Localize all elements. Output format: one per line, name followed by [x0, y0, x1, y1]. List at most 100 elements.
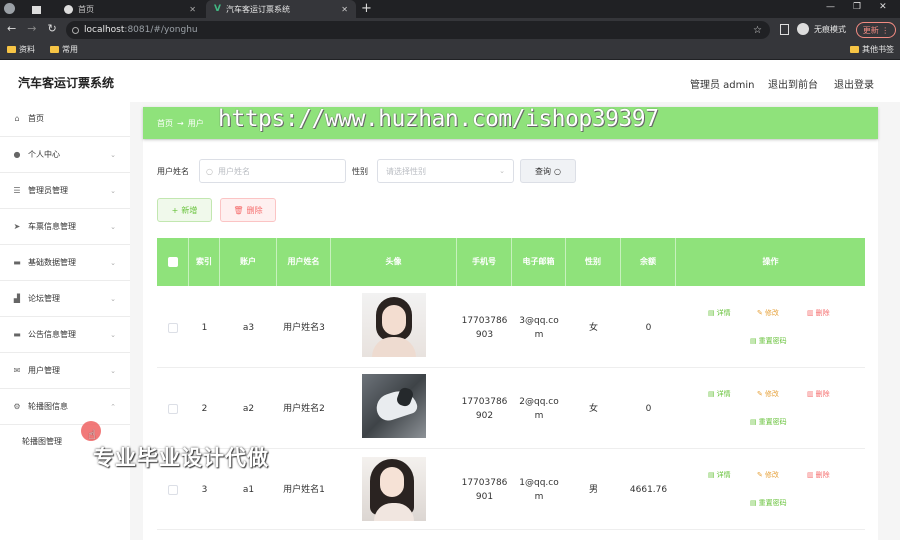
breadcrumb-arrow: → [177, 118, 184, 128]
edit-label: 修改 [764, 471, 779, 479]
edit-button[interactable]: ✎ 修改 [757, 470, 779, 480]
close-icon[interactable]: ✕ [189, 5, 196, 14]
user-icon: ● [13, 150, 21, 159]
bookmark-folder[interactable]: 资料 [7, 44, 35, 55]
incognito-label: 无痕模式 [814, 25, 846, 34]
monitor-icon: ▬ [13, 330, 21, 339]
header-name[interactable]: 用户姓名 [277, 238, 331, 286]
bookmark-folder[interactable]: 常用 [50, 44, 78, 55]
row-checkbox[interactable] [168, 403, 178, 414]
tab-system[interactable]: V 汽车客运订票系统 ✕ [206, 0, 356, 18]
breadcrumb-home[interactable]: 首页 [157, 118, 173, 129]
query-button[interactable]: 查询 ○ [520, 159, 576, 183]
phone-line: 17703786 [461, 396, 508, 407]
reset-password-button[interactable]: ▤ 重置密码 [750, 417, 787, 427]
sidebar-item-home[interactable]: ⌂ 首页 [0, 101, 130, 137]
email-line: 1@qq.co [519, 477, 559, 488]
search-icon: ○ [206, 166, 213, 176]
forward-icon[interactable]: → [27, 22, 36, 35]
bookmark-label: 资料 [19, 45, 35, 54]
edit-button[interactable]: ✎ 修改 [757, 389, 779, 399]
window-controls: — ❐ ✕ [826, 2, 887, 12]
row-checkbox[interactable] [168, 484, 178, 495]
sidebar-item-forum[interactable]: ▟ 论坛管理 ⌄ [0, 281, 130, 317]
edit-icon: ✎ [757, 309, 763, 317]
sidebar-item-admin[interactable]: ☰ 管理员管理 ⌄ [0, 173, 130, 209]
sidebar-item-label: 论坛管理 [28, 294, 60, 303]
sidebar-item-ticket[interactable]: ➤ 车票信息管理 ⌄ [0, 209, 130, 245]
detail-button[interactable]: ▤ 详情 [708, 470, 731, 480]
close-window-icon[interactable]: ✕ [879, 2, 887, 12]
reset-password-button[interactable]: ▤ 重置密码 [750, 336, 787, 346]
chevron-down-icon: ⌄ [110, 294, 116, 303]
avatar-image [362, 457, 426, 521]
tab-grid-icon[interactable] [22, 3, 50, 16]
reload-icon[interactable]: ↻ [47, 22, 56, 35]
name-label: 用户姓名 [157, 167, 189, 176]
reset-label: 重置密码 [758, 499, 787, 507]
back-icon[interactable]: ← [7, 22, 16, 35]
phone-line: 902 [475, 410, 494, 421]
minimize-icon[interactable]: — [826, 2, 835, 12]
cell-name: 用户姓名2 [283, 403, 325, 414]
add-button[interactable]: + 新增 [157, 198, 212, 222]
row-delete-button[interactable]: ▥ 删除 [807, 308, 830, 318]
document-icon: ▤ [750, 337, 757, 345]
reset-label: 重置密码 [758, 337, 787, 345]
row-checkbox[interactable] [168, 322, 178, 333]
detail-button[interactable]: ▤ 详情 [708, 389, 731, 399]
header-account[interactable]: 账户 [220, 238, 277, 286]
header-phone[interactable]: 手机号 [457, 238, 512, 286]
monitor-icon: ▬ [13, 258, 21, 267]
header-index[interactable]: 索引 [189, 238, 220, 286]
url-field[interactable]: localhost:8081/#/yonghu ☆ [66, 21, 770, 39]
row-delete-button[interactable]: ▥ 删除 [807, 470, 830, 480]
gender-select[interactable]: 请选择性别 ⌄ [377, 159, 514, 183]
sidebar-item-profile[interactable]: ● 个人中心 ⌄ [0, 137, 130, 173]
update-label: 更新 [862, 25, 879, 35]
edit-button[interactable]: ✎ 修改 [757, 308, 779, 318]
star-icon[interactable]: ☆ [753, 25, 762, 36]
delete-button[interactable]: 🗑 删除 [220, 198, 276, 222]
logout-link[interactable]: 退出登录 [834, 76, 874, 91]
header-gender[interactable]: 性别 [566, 238, 621, 286]
app-header [0, 62, 900, 102]
sidebar-item-users[interactable]: ✉ 用户管理 ⌄ [0, 353, 130, 389]
sidebar-item-basic-data[interactable]: ▬ 基础数据管理 ⌄ [0, 245, 130, 281]
sidebar-item-label: 个人中心 [28, 150, 60, 159]
detail-button[interactable]: ▤ 详情 [708, 308, 731, 318]
row-select-cell [157, 287, 189, 368]
cell-index: 1 [201, 322, 208, 333]
sidebar-item-carousel[interactable]: ⚙ 轮播图信息 ⌃ [0, 389, 130, 425]
name-search-input[interactable]: ○ 用户姓名 [199, 159, 346, 183]
exit-to-front-link[interactable]: 退出到前台 [768, 76, 818, 91]
sidepanel-icon[interactable] [780, 24, 789, 35]
trash-icon: 🗑 [233, 205, 244, 215]
update-button[interactable]: 更新 ⋮ [856, 22, 896, 38]
new-tab-icon[interactable]: + [361, 1, 372, 16]
sidebar-subitem-carousel-manage[interactable]: 轮播图管理 [22, 436, 62, 447]
sidebar-item-notice[interactable]: ▬ 公告信息管理 ⌄ [0, 317, 130, 353]
select-all-cell [157, 238, 189, 286]
reset-password-button[interactable]: ▤ 重置密码 [750, 498, 787, 508]
header-avatar: 头像 [331, 238, 457, 286]
header-balance[interactable]: 余额 [621, 238, 676, 286]
globe-icon [64, 4, 73, 14]
nav-buttons: ← → ↻ [7, 22, 57, 35]
close-icon[interactable]: ✕ [341, 5, 348, 14]
restore-icon[interactable]: ❐ [853, 2, 861, 12]
header-email[interactable]: 电子邮箱 [512, 238, 566, 286]
edit-icon: ✎ [757, 390, 763, 398]
other-bookmarks[interactable]: 其他书签 [850, 44, 894, 55]
plus-icon: + [171, 205, 179, 215]
row-delete-button[interactable]: ▥ 删除 [807, 389, 830, 399]
delete-label: 删除 [815, 471, 830, 479]
delete-label: 删除 [815, 309, 830, 317]
select-all-checkbox[interactable] [167, 257, 178, 267]
cell-gender: 女 [588, 403, 598, 414]
chrome-menu-icon[interactable] [4, 3, 15, 14]
send-icon: ➤ [13, 222, 21, 231]
tab-home[interactable]: 首页 ✕ [56, 0, 204, 18]
chevron-down-icon: ⌄ [499, 167, 505, 175]
chart-icon: ▟ [13, 294, 21, 303]
